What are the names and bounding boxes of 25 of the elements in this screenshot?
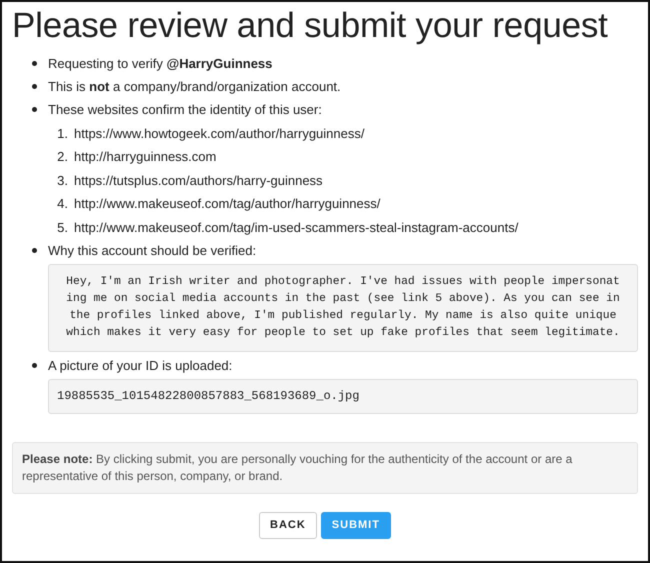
- list-number: 4.: [56, 195, 68, 213]
- bullet-icon: [32, 248, 37, 252]
- website-url: http://www.makeuseof.com/tag/im-used-scammers-steal-instagram-accounts/: [74, 218, 518, 236]
- website-url: https://tutsplus.com/authors/harry-guinness: [74, 172, 323, 190]
- list-text: This is not a company/brand/organization account.: [48, 78, 341, 96]
- list-text: Requesting to verify @HarryGuinness: [48, 55, 272, 73]
- page-title: Please review and submit your request: [12, 5, 609, 47]
- reason-text-box: Hey, I'm an Irish writer and photographer. I've had issues with people impersonat ing me on social media accounts in the past (see link 5 above). As you can see in the profiles linked above, I'm published regularly. My name is also quite unique which makes it very easy for people to set up fake profiles that seem legitimate.: [48, 264, 638, 352]
- list-text: These websites confirm the identity of this user:: [48, 101, 322, 119]
- list-number: 1.: [56, 124, 68, 142]
- bullet-icon: [32, 84, 37, 89]
- bullet-icon: [32, 362, 37, 368]
- bullet-icon: [32, 61, 37, 66]
- website-url: http://www.makeuseof.com/tag/author/harryguinness/: [74, 195, 380, 213]
- website-url: https://www.howtogeek.com/author/harryguinness/: [74, 124, 364, 142]
- list-number: 5.: [56, 218, 68, 236]
- list-number: 2.: [56, 148, 68, 166]
- list-text: Why this account should be verified:: [48, 242, 256, 260]
- note-text: Please note: By clicking submit, you are personally vouching for the authenticity of the account or are a representative of this person, company, or brand.: [12, 442, 638, 494]
- list-text: A picture of your ID is uploaded:: [48, 356, 232, 374]
- back-button[interactable]: BACK: [259, 512, 317, 538]
- website-url: http://harryguinness.com: [74, 148, 216, 166]
- bullet-icon: [32, 107, 37, 112]
- file-name-box: 19885535_10154822800857883_568193689_o.jpg: [48, 378, 638, 414]
- list-number: 3.: [56, 172, 68, 190]
